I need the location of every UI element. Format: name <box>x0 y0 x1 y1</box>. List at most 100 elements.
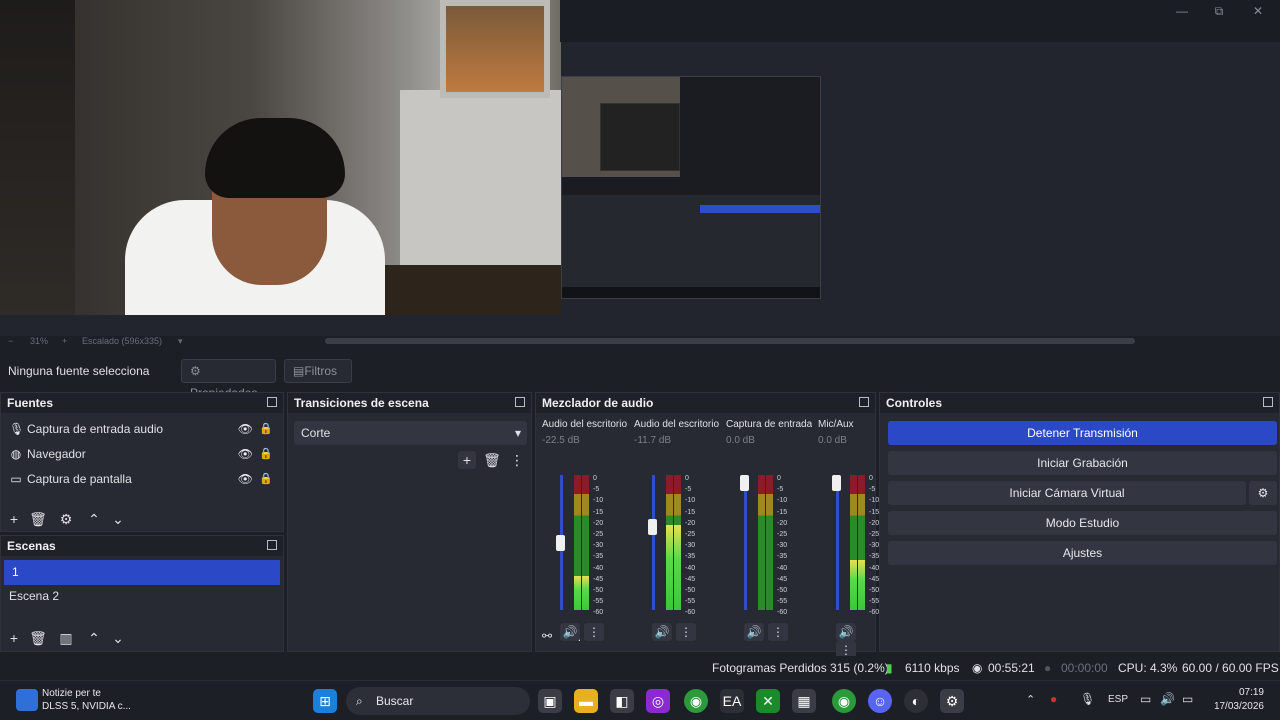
chrome-icon[interactable]: ◉ <box>684 689 708 713</box>
volume-fader-thumb[interactable] <box>648 519 657 536</box>
undock-icon[interactable] <box>1263 397 1273 407</box>
close-icon[interactable]: ✕ <box>1244 2 1272 20</box>
db-tick-label: -50 <box>593 587 604 595</box>
lock-icon[interactable]: 🔒 <box>259 417 273 442</box>
level-meter-left <box>574 475 581 610</box>
undock-icon[interactable] <box>515 397 525 407</box>
db-tick-label: 0 <box>777 475 781 482</box>
undock-icon[interactable] <box>859 397 869 407</box>
channel-volume-db: 0.0 dB <box>726 435 755 446</box>
chevron-down-icon[interactable]: ▾ <box>178 336 183 347</box>
lock-icon[interactable]: 🔒 <box>259 467 273 492</box>
store-icon[interactable]: ◧ <box>610 689 634 713</box>
mixer-title: Mezclador de audio <box>542 396 654 410</box>
eye-icon[interactable]: 👁 <box>238 467 253 492</box>
zoom-in-button[interactable]: + <box>62 336 67 346</box>
start-recording-button[interactable]: Iniciar Grabación <box>888 451 1277 475</box>
maximize-icon[interactable]: ⧉ <box>1205 2 1233 20</box>
more-icon[interactable]: ⋮ <box>768 623 788 641</box>
ea-icon[interactable]: EA <box>720 689 744 713</box>
volume-icon[interactable]: 🔊 <box>652 623 672 641</box>
mixer-channel: Audio del escritorio -22.5 dB 0 -5 -10 -15 -20… <box>536 415 628 641</box>
photos-icon[interactable]: ◎ <box>646 689 670 713</box>
file-explorer-icon[interactable]: ▬ <box>574 689 598 713</box>
volume-fader-track[interactable] <box>744 475 747 610</box>
trash-icon[interactable]: 🗑 <box>29 629 47 647</box>
stop-stream-button[interactable]: Detener Transmisión <box>888 421 1277 445</box>
add-icon[interactable]: + <box>5 510 23 528</box>
virtual-camera-button[interactable]: Iniciar Cámara Virtual <box>888 481 1246 505</box>
volume-fader-thumb[interactable] <box>740 475 749 491</box>
volume-icon[interactable]: 🔊 <box>836 623 856 641</box>
transition-select[interactable]: Corte ▾ <box>294 421 527 445</box>
eye-icon[interactable]: 👁 <box>238 442 253 467</box>
settings-icon[interactable]: ⚙ <box>940 689 964 713</box>
webcam-feed <box>0 0 561 315</box>
up-icon[interactable]: ⌃ <box>85 629 103 647</box>
properties-button[interactable]: ⚙ Propiedades <box>181 359 276 400</box>
task-view-icon[interactable]: ▣ <box>538 689 562 713</box>
scene-item[interactable]: Escena 2 <box>1 584 283 609</box>
chrome-profile-icon[interactable]: ◉ <box>832 689 856 713</box>
lock-icon[interactable]: 🔒 <box>259 442 273 467</box>
volume-icon[interactable]: 🔊 <box>744 623 764 641</box>
volume-fader-thumb[interactable] <box>556 535 565 551</box>
up-icon[interactable]: ⌃ <box>85 510 103 528</box>
trash-icon[interactable]: 🗑 <box>29 510 47 528</box>
preview-scrollbar[interactable] <box>325 338 1135 344</box>
eye-icon[interactable]: 👁 <box>238 417 253 442</box>
gear-icon[interactable]: ⚙ <box>57 510 75 528</box>
obs-icon[interactable]: ◐ <box>904 689 928 713</box>
volume-fader-track[interactable] <box>652 475 655 610</box>
source-item[interactable]: ▭ Captura de pantalla 👁 🔒 <box>1 467 283 492</box>
tray-app-icon[interactable]: ● <box>1050 692 1057 706</box>
scene-item[interactable]: 1 <box>4 560 280 585</box>
volume-icon[interactable]: 🔊 <box>560 623 580 641</box>
language-indicator[interactable]: ESP <box>1108 694 1128 705</box>
settings-button[interactable]: Ajustes <box>888 541 1277 565</box>
transitions-title: Transiciones de escena <box>294 396 429 410</box>
volume-fader-thumb[interactable] <box>832 475 841 491</box>
discord-icon[interactable]: ☺ <box>868 689 892 713</box>
channel-name: Captura de entrada <box>726 419 812 430</box>
undock-icon[interactable] <box>267 540 277 550</box>
db-tick-label: -45 <box>777 575 788 583</box>
volume-icon[interactable]: 🔊 <box>1160 692 1175 706</box>
zoom-out-button[interactable]: − <box>8 336 13 346</box>
virtual-camera-settings[interactable]: ⚙ <box>1249 481 1277 505</box>
more-icon[interactable]: ⋮ <box>584 623 604 641</box>
clock[interactable]: 07:19 17/03/2026 <box>1214 686 1264 714</box>
volume-fader-track[interactable] <box>836 475 839 610</box>
preview-canvas[interactable] <box>0 0 1280 336</box>
down-icon[interactable]: ⌄ <box>109 510 127 528</box>
app-icon[interactable]: ▦ <box>792 689 816 713</box>
search-box[interactable]: ⌕ Buscar <box>346 687 530 715</box>
start-icon[interactable]: ⊞ <box>313 689 337 713</box>
chevron-up-icon[interactable]: ⌃ <box>1026 693 1035 706</box>
down-icon[interactable]: ⌄ <box>109 629 127 647</box>
network-icon[interactable]: ▭ <box>1140 692 1151 706</box>
filter-icon[interactable]: ▥ <box>57 629 75 647</box>
undock-icon[interactable] <box>267 397 277 407</box>
trash-icon[interactable]: 🗑 <box>483 451 501 469</box>
news-widget-icon[interactable] <box>16 689 38 711</box>
source-item[interactable]: ◍ Navegador 👁 🔒 <box>1 442 283 467</box>
studio-mode-button[interactable]: Modo Estudio <box>888 511 1277 535</box>
mic-icon[interactable]: 🎙 <box>1080 692 1095 706</box>
news-widget[interactable]: Notizie per te DLSS 5, NVIDIA c... <box>42 687 131 713</box>
filters-label: Filtros <box>304 364 338 378</box>
source-item[interactable]: 🎙 Captura de entrada audio 👁 🔒 <box>1 417 283 442</box>
add-icon[interactable]: + <box>5 629 23 647</box>
scale-mode[interactable]: Escalado (596x335) <box>82 336 162 346</box>
battery-icon[interactable]: ▭ <box>1182 692 1193 706</box>
xbox-icon[interactable]: ✕ <box>756 689 780 713</box>
add-icon[interactable]: + <box>458 451 476 469</box>
db-tick-label: -45 <box>685 575 696 583</box>
db-tick-label: -30 <box>777 542 788 550</box>
filters-button[interactable]: ▤Filtros <box>284 359 352 383</box>
channel-name: Audio del escritorio <box>542 419 628 430</box>
more-icon[interactable]: ⋮ <box>676 623 696 641</box>
more-icon[interactable]: ⋮ <box>508 451 526 469</box>
minimize-icon[interactable]: — <box>1168 2 1196 20</box>
link-icon[interactable]: ⚯ <box>542 629 552 643</box>
